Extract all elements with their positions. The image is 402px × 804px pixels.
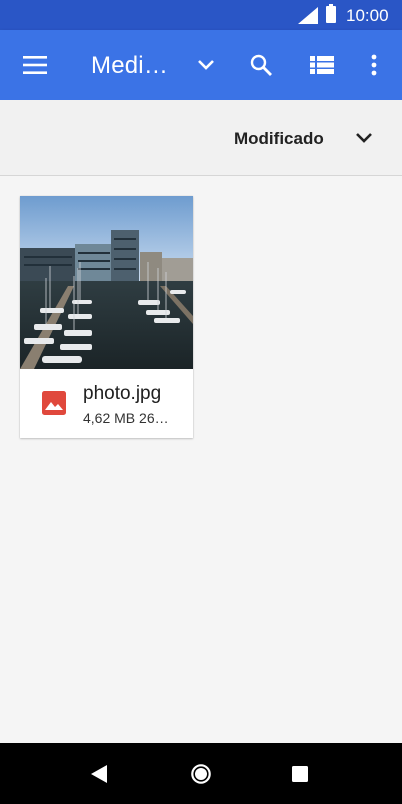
signal-icon [298, 7, 318, 24]
home-icon[interactable] [190, 763, 212, 785]
menu-icon[interactable] [23, 55, 47, 75]
file-card[interactable]: photo.jpg 4,62 MB 26… [20, 196, 193, 438]
chevron-down-icon[interactable] [196, 58, 216, 72]
sort-bar[interactable]: Modificado [0, 100, 402, 176]
battery-icon [326, 4, 336, 23]
status-bar: 10:00 [0, 0, 402, 30]
back-icon[interactable] [91, 765, 107, 783]
system-nav-bar [0, 743, 402, 804]
search-icon[interactable] [249, 53, 273, 77]
list-view-icon[interactable] [310, 56, 334, 74]
photo-thumbnail [20, 196, 193, 369]
sort-label[interactable]: Modificado [234, 129, 324, 149]
file-name: photo.jpg [83, 383, 162, 404]
status-time: 10:00 [346, 6, 389, 25]
app-bar: Medi… [0, 30, 402, 100]
file-meta: 4,62 MB 26… [83, 410, 169, 426]
sort-chevron-down-icon[interactable] [354, 128, 374, 148]
image-icon [42, 391, 66, 415]
recents-icon[interactable] [292, 766, 308, 782]
page-title[interactable]: Medi… [91, 52, 168, 80]
more-vert-icon[interactable] [370, 54, 378, 76]
